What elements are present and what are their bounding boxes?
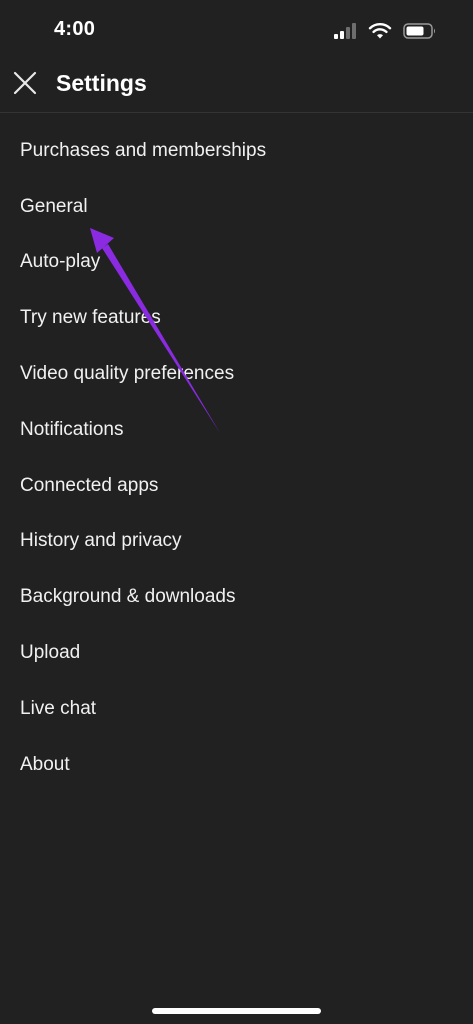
close-icon [13,71,37,95]
status-time: 4:00 [54,18,96,40]
status-bar: 4:00 [0,0,473,60]
close-button[interactable] [8,66,42,100]
settings-item-live-chat[interactable]: Live chat [0,681,473,737]
signal-icon [334,23,356,39]
settings-item-notifications[interactable]: Notifications [0,402,473,458]
settings-item-auto-play[interactable]: Auto-play [0,235,473,291]
settings-item-try-new-features[interactable]: Try new features [0,290,473,346]
battery-icon [403,23,435,39]
settings-item-connected-apps[interactable]: Connected apps [0,458,473,514]
settings-item-about[interactable]: About [0,737,473,793]
settings-list: Purchases and memberships General Auto-p… [0,123,473,793]
settings-item-upload[interactable]: Upload [0,625,473,681]
app-header: Settings [0,60,473,113]
settings-item-history-and-privacy[interactable]: History and privacy [0,514,473,570]
wifi-icon [368,23,392,39]
settings-item-video-quality-preferences[interactable]: Video quality preferences [0,346,473,402]
settings-item-background-and-downloads[interactable]: Background & downloads [0,569,473,625]
settings-item-general[interactable]: General [0,179,473,235]
home-indicator [152,1008,321,1014]
status-icons [333,20,437,42]
settings-item-purchases-and-memberships[interactable]: Purchases and memberships [0,123,473,179]
page-title: Settings [56,70,147,96]
